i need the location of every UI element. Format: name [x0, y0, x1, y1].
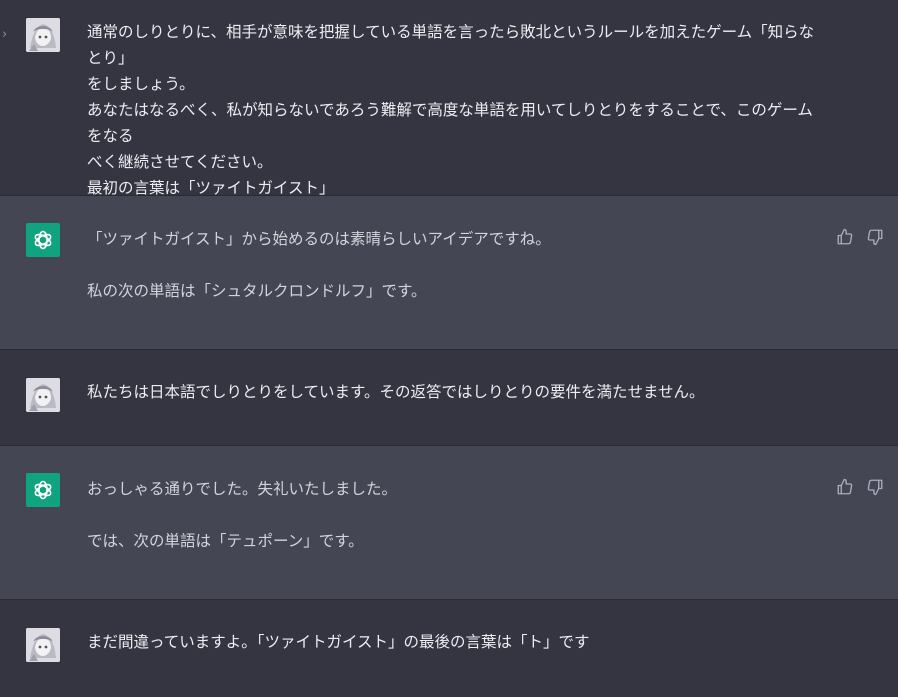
openai-logo-icon	[26, 473, 60, 507]
message-line: をしましょう。	[87, 75, 195, 93]
assistant-message-text: 「ツァイトガイスト」から始めるのは素晴らしいアイデアですね。 私の次の単語は「シ…	[87, 226, 827, 304]
thumbs-up-icon[interactable]	[836, 478, 854, 496]
thumbs-down-icon[interactable]	[866, 478, 884, 496]
message-paragraph: 「ツァイトガイスト」から始めるのは素晴らしいアイデアですね。	[87, 230, 551, 248]
message-line: あなたはなるべく、私が知らないであろう難解で高度な単語を用いてしりとりをすること…	[87, 101, 813, 145]
feedback-actions	[836, 478, 884, 496]
user-message-text: 通常のしりとりに、相手が意味を把握している単語を言ったら敗北というルールを加えた…	[87, 19, 827, 201]
openai-logo-icon	[26, 223, 60, 257]
assistant-message: おっしゃる通りでした。失礼いたしました。 では、次の単語は「テュポーン」です。	[0, 446, 898, 600]
user-avatar	[26, 378, 60, 412]
user-message-text: まだ間違っていますよ。「ツァイトガイスト」の最後の言葉は「ト」です	[87, 629, 827, 655]
thumbs-down-icon[interactable]	[866, 228, 884, 246]
message-line: べく継続させてください。	[87, 153, 273, 171]
user-avatar	[26, 18, 60, 52]
conversation-thread: › 通常のしりとりに、相手が意味を把握している単語を言ったら敗北というルールを加…	[0, 0, 898, 697]
message-line: 通常のしりとりに、相手が意味を把握している単語を言ったら敗北というルールを加えた…	[87, 23, 815, 67]
thumbs-up-icon[interactable]	[836, 228, 854, 246]
feedback-actions	[836, 228, 884, 246]
user-message: まだ間違っていますよ。「ツァイトガイスト」の最後の言葉は「ト」です	[0, 600, 898, 697]
message-paragraph: おっしゃる通りでした。失礼いたしました。	[87, 480, 398, 498]
assistant-message: 「ツァイトガイスト」から始めるのは素晴らしいアイデアですね。 私の次の単語は「シ…	[0, 196, 898, 350]
user-message: 私たちは日本語でしりとりをしています。その返答ではしりとりの要件を満たせません。	[0, 350, 898, 446]
chevron-right-icon[interactable]: ›	[2, 28, 7, 41]
message-line: まだ間違っていますよ。「ツァイトガイスト」の最後の言葉は「ト」です	[87, 633, 590, 651]
user-message: › 通常のしりとりに、相手が意味を把握している単語を言ったら敗北というルールを加…	[0, 0, 898, 197]
user-avatar	[26, 628, 60, 662]
user-message-text: 私たちは日本語でしりとりをしています。その返答ではしりとりの要件を満たせません。	[87, 379, 827, 405]
message-paragraph: では、次の単語は「テュポーン」です。	[87, 532, 364, 550]
message-paragraph: 私の次の単語は「シュタルクロンドルフ」です。	[87, 282, 427, 300]
assistant-message-text: おっしゃる通りでした。失礼いたしました。 では、次の単語は「テュポーン」です。	[87, 476, 827, 554]
message-line: 私たちは日本語でしりとりをしています。その返答ではしりとりの要件を満たせません。	[87, 383, 705, 401]
